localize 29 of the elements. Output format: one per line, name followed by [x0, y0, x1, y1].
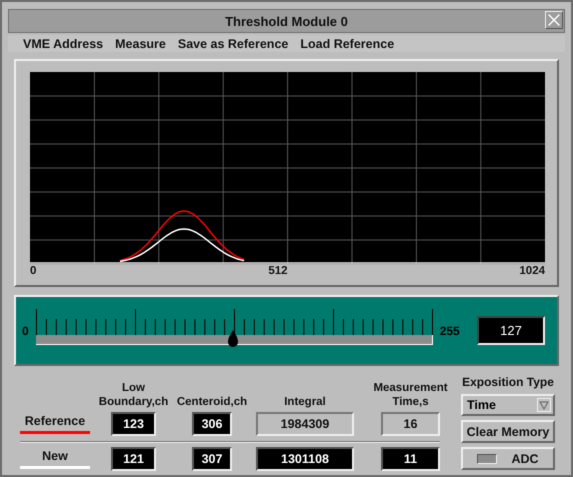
menu-item[interactable]: Save as Reference: [172, 36, 294, 50]
value-field[interactable]: 306: [192, 412, 232, 436]
slider-max-label: 255: [440, 324, 460, 338]
exposition-type-dropdown[interactable]: Time: [461, 394, 555, 416]
axis-tick-label: 512: [268, 265, 288, 277]
menu-item[interactable]: Load Reference: [295, 36, 400, 50]
row-label: Reference: [20, 414, 90, 434]
column-header: Measurement Time,s: [373, 381, 448, 409]
value-field[interactable]: 121: [111, 447, 156, 471]
value-field[interactable]: 1301108: [256, 447, 354, 471]
threshold-value-field[interactable]: 127: [477, 316, 545, 345]
clear-memory-button[interactable]: Clear Memory: [461, 420, 555, 443]
row-label: New: [20, 449, 90, 469]
slider-thumb[interactable]: [226, 330, 239, 348]
menu-item[interactable]: VME Address: [18, 36, 108, 50]
column-header: Integral: [284, 395, 326, 409]
window-title: Threshold Module 0: [225, 14, 348, 28]
value-field[interactable]: 123: [111, 412, 156, 436]
axis-tick-label: 1024: [519, 265, 545, 277]
value-field[interactable]: 307: [192, 447, 232, 471]
menu-item[interactable]: Measure: [110, 36, 171, 50]
adc-toggle-button[interactable]: ADC: [461, 447, 555, 470]
close-icon[interactable]: [545, 11, 563, 29]
exposition-type-label: Exposition Type: [461, 375, 555, 389]
value-field[interactable]: 11: [381, 447, 440, 471]
column-header: Centeroid,ch: [176, 395, 248, 409]
slider-min-label: 0: [22, 324, 29, 338]
axis-tick-label: 0: [30, 265, 36, 277]
column-header: Low Boundary,ch: [98, 381, 168, 409]
